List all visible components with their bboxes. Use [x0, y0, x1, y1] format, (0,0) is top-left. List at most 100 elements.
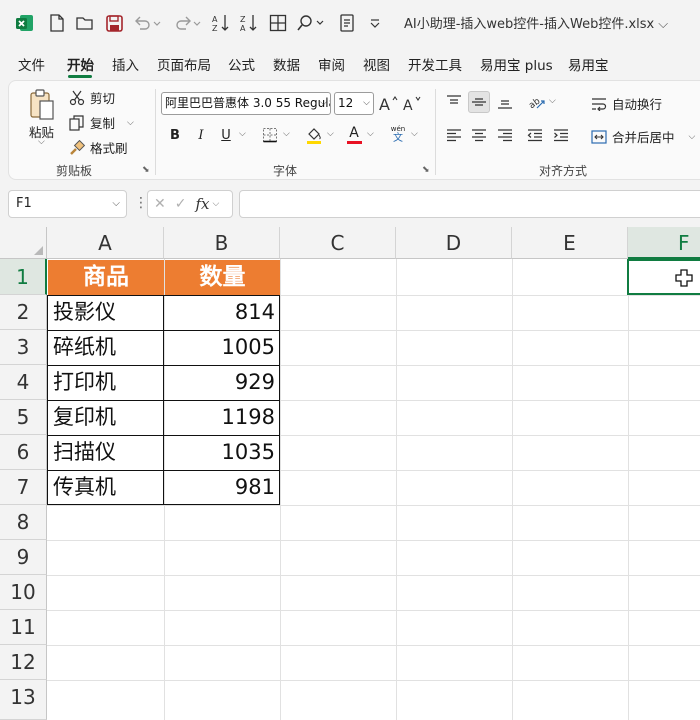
open-folder-icon[interactable]	[74, 11, 96, 35]
sort-descending-icon[interactable]: ZA	[238, 11, 260, 35]
fill-color-dropdown-icon[interactable]: ⌵	[327, 129, 334, 139]
merge-center-dropdown-icon[interactable]: ⌵	[689, 132, 696, 142]
phonetic-dropdown-icon[interactable]: ⌵	[411, 129, 418, 139]
row-header-10[interactable]: 10	[0, 575, 47, 610]
font-color-button[interactable]: A	[343, 124, 365, 146]
undo-icon[interactable]	[132, 11, 162, 35]
borders-button-icon[interactable]	[259, 124, 281, 146]
clipboard-launcher-icon[interactable]: ⬊	[142, 165, 152, 175]
row-header-7[interactable]: 7	[0, 470, 47, 505]
wrap-text-button[interactable]: 自动换行	[591, 94, 662, 113]
underline-dropdown-icon[interactable]: ⌵	[239, 129, 246, 139]
row-header-11[interactable]: 11	[0, 610, 47, 645]
format-painter-button[interactable]: 格式刷	[69, 138, 128, 157]
select-all-button[interactable]	[0, 227, 47, 259]
align-middle-icon[interactable]	[468, 91, 490, 113]
increase-indent-icon[interactable]	[550, 124, 572, 146]
row-header-1[interactable]: 1	[0, 259, 47, 295]
align-right-icon[interactable]	[494, 124, 516, 146]
enter-icon[interactable]: ✓	[175, 196, 187, 212]
cancel-icon[interactable]: ✕	[154, 196, 166, 212]
insert-function-icon[interactable]: fx	[195, 195, 209, 213]
tab-file[interactable]: 文件	[18, 54, 45, 74]
column-header-e[interactable]: E	[512, 227, 628, 259]
formula-input[interactable]	[239, 190, 700, 218]
align-center-icon[interactable]	[468, 124, 490, 146]
copy-button[interactable]: 复制 ⌵	[69, 113, 134, 132]
paste-icon[interactable]	[27, 87, 57, 123]
merge-center-button[interactable]: 合并后居中 ⌵	[591, 127, 695, 146]
cell-a4[interactable]: 打印机	[48, 365, 164, 400]
phonetic-guide-button[interactable]: wén 文	[387, 123, 409, 145]
cut-button[interactable]: 剪切	[69, 88, 115, 107]
align-top-icon[interactable]	[443, 91, 465, 113]
font-launcher-icon[interactable]: ⬊	[422, 165, 432, 175]
cell-b3[interactable]: 1005	[164, 330, 280, 365]
tab-home[interactable]: 开始	[67, 54, 94, 74]
orientation-dropdown-icon[interactable]: ⌵	[549, 96, 556, 106]
cell-a6[interactable]: 扫描仪	[48, 435, 164, 470]
cell-b4[interactable]: 929	[164, 365, 280, 400]
row-header-8[interactable]: 8	[0, 505, 47, 540]
row-header-2[interactable]: 2	[0, 295, 47, 330]
row-header-3[interactable]: 3	[0, 330, 47, 365]
italic-button[interactable]: I	[190, 124, 212, 146]
row-header-4[interactable]: 4	[0, 365, 47, 400]
font-size-select[interactable]: 12 ⌵	[334, 92, 374, 115]
row-header-6[interactable]: 6	[0, 435, 47, 470]
column-header-f[interactable]: F	[628, 227, 700, 259]
decrease-font-size-icon[interactable]: A	[401, 92, 423, 114]
cell-a2[interactable]: 投影仪	[48, 295, 164, 330]
customize-toolbar-icon[interactable]	[364, 11, 386, 35]
row-header-12[interactable]: 12	[0, 645, 47, 680]
redo-icon[interactable]	[172, 11, 202, 35]
align-left-icon[interactable]	[443, 124, 465, 146]
cell-b2[interactable]: 814	[164, 295, 280, 330]
tab-data[interactable]: 数据	[273, 54, 300, 74]
fill-color-icon[interactable]	[303, 124, 325, 146]
tab-insert[interactable]: 插入	[112, 54, 139, 74]
document-title[interactable]: AI小助理-插入web控件-插入Web控件.xlsx ⌵	[404, 13, 668, 32]
cell-b1[interactable]: 数量	[165, 260, 280, 295]
bold-button[interactable]: B	[164, 124, 186, 146]
cell-a1[interactable]: 商品	[48, 260, 164, 295]
cell-a3[interactable]: 碎纸机	[48, 330, 164, 365]
tab-yiyongbao-plus[interactable]: 易用宝 plus	[480, 54, 553, 74]
orientation-icon[interactable]: ab	[526, 91, 548, 113]
column-header-c[interactable]: C	[280, 227, 396, 259]
cell-b6[interactable]: 1035	[164, 435, 280, 470]
column-header-a[interactable]: A	[47, 227, 164, 259]
column-header-d[interactable]: D	[396, 227, 512, 259]
tab-view[interactable]: 视图	[363, 54, 390, 74]
increase-font-size-icon[interactable]: A	[377, 92, 399, 114]
align-bottom-icon[interactable]	[494, 91, 516, 113]
decrease-indent-icon[interactable]	[524, 124, 546, 146]
row-header-13[interactable]: 13	[0, 680, 47, 720]
cell-b5[interactable]: 1198	[164, 400, 280, 435]
tab-review[interactable]: 审阅	[318, 54, 345, 74]
new-file-icon[interactable]	[46, 11, 68, 35]
cell-a7[interactable]: 传真机	[48, 470, 164, 505]
font-color-dropdown-icon[interactable]: ⌵	[367, 129, 374, 139]
column-header-b[interactable]: B	[164, 227, 280, 259]
copy-dropdown-icon[interactable]: ⌵	[127, 118, 134, 128]
tab-developer[interactable]: 开发工具	[408, 54, 462, 74]
function-dropdown-icon[interactable]: ⌵	[212, 199, 219, 209]
tab-formulas[interactable]: 公式	[228, 54, 255, 74]
borders-dropdown-icon[interactable]: ⌵	[283, 129, 290, 139]
borders-icon[interactable]	[267, 11, 289, 35]
row-header-5[interactable]: 5	[0, 400, 47, 435]
cell-b7[interactable]: 981	[164, 470, 280, 505]
tab-page-layout[interactable]: 页面布局	[157, 54, 211, 74]
formula-bar-grip-icon[interactable]: ⋮	[134, 196, 148, 210]
font-name-select[interactable]: 阿里巴巴普惠体 3.0 55 Regular ⌵	[161, 92, 331, 115]
paste-dropdown-icon[interactable]: ⌵	[38, 137, 45, 147]
sort-ascending-icon[interactable]: AZ	[210, 11, 232, 35]
row-header-9[interactable]: 9	[0, 540, 47, 575]
form-icon[interactable]	[336, 11, 358, 35]
name-box[interactable]: F1 ⌵	[8, 190, 127, 218]
find-icon[interactable]	[296, 11, 326, 35]
save-icon[interactable]	[103, 11, 125, 35]
underline-button[interactable]: U	[215, 124, 237, 146]
cell-a5[interactable]: 复印机	[48, 400, 164, 435]
